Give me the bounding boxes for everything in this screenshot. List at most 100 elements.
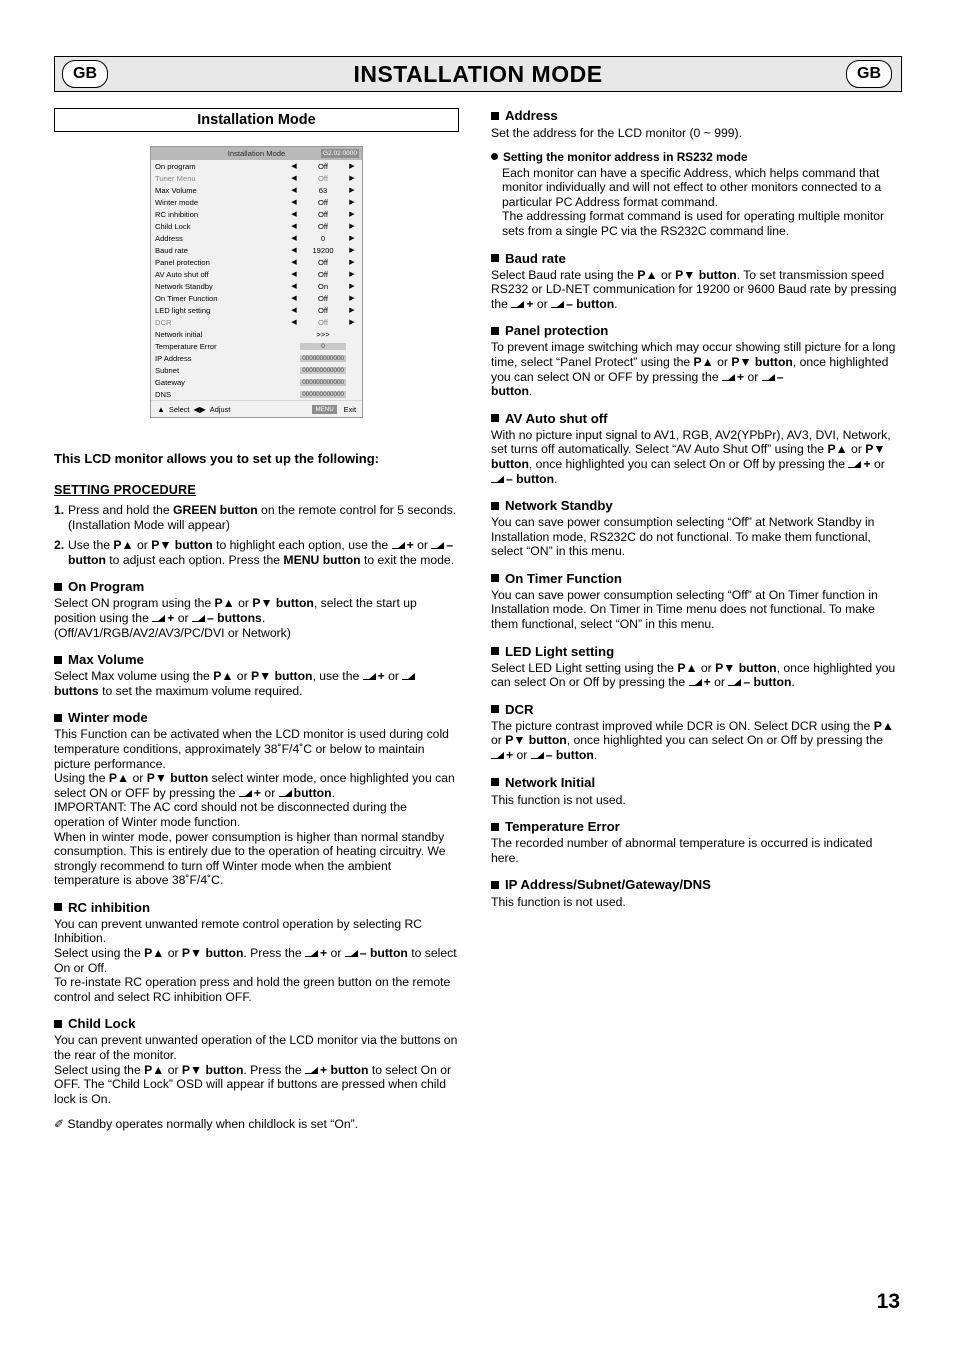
section-body-panel-protection: To prevent image switching which may occ…	[491, 340, 896, 399]
left-arrow-icon[interactable]: ◀	[288, 210, 300, 218]
osd-row-label: Tuner Menu	[155, 173, 196, 183]
osd-row-label: AV Auto shut off	[155, 269, 209, 279]
section-body-temperature-error: The recorded number of abnormal temperat…	[491, 836, 873, 865]
volume-down-icon	[530, 751, 546, 760]
osd-row[interactable]: Max Volume ◀ 63 ▶	[151, 184, 362, 196]
heading-text: IP Address/Subnet/Gateway/DNS	[505, 877, 711, 893]
osd-row[interactable]: Tuner Menu ◀ Off ▶	[151, 172, 362, 184]
osd-row[interactable]: On program ◀ Off ▶	[151, 160, 362, 172]
section-body-av-auto-shut-off: With no picture input signal to AV1, RGB…	[491, 427, 891, 486]
left-arrow-icon[interactable]: ◀	[288, 186, 300, 194]
osd-row-label: Network initial	[155, 329, 203, 339]
osd-row-value: Off	[318, 173, 328, 183]
square-bullet-icon	[54, 582, 62, 591]
section-heading-max-volume: Max Volume	[54, 652, 459, 667]
osd-row-label: Gateway	[155, 377, 185, 387]
osd-row[interactable]: DNS 000000000000	[151, 388, 362, 400]
osd-row-value: 0	[320, 233, 326, 243]
section-av-auto-shut-off: AV Auto shut off With no picture input s…	[491, 411, 899, 486]
step-2: 2. Use the P▲ or P▼ button to highlight …	[54, 538, 459, 567]
osd-row[interactable]: Subnet 000000000000	[151, 364, 362, 376]
section-network-initial: Network Initial This function is not use…	[491, 775, 899, 808]
left-arrow-icon[interactable]: ◀	[288, 222, 300, 230]
right-arrow-icon[interactable]: ▶	[346, 174, 358, 182]
pencil-icon: ✐	[54, 1117, 65, 1132]
section-heading-baud-rate: Baud rate	[491, 251, 899, 266]
osd-row-value: Off	[318, 293, 328, 303]
osd-row-label: Network Standby	[155, 281, 213, 291]
osd-row-value: Off	[318, 257, 328, 267]
left-arrow-icon[interactable]: ◀	[288, 174, 300, 182]
osd-row[interactable]: Baud rate ◀ 19200 ▶	[151, 244, 362, 256]
osd-row[interactable]: Child Lock ◀ Off ▶	[151, 220, 362, 232]
section-heading-winter-mode: Winter mode	[54, 710, 459, 725]
left-arrow-icon[interactable]: ◀	[288, 318, 300, 326]
right-arrow-icon[interactable]: ▶	[346, 318, 358, 326]
osd-row[interactable]: Address ◀ 0 ▶	[151, 232, 362, 244]
lead-text: This LCD monitor allows you to set up th…	[54, 451, 379, 466]
osd-row[interactable]: Panel protection ◀ Off ▶	[151, 256, 362, 268]
step-1-number: 1.	[54, 503, 65, 517]
osd-row[interactable]: Network Standby ◀ On ▶	[151, 280, 362, 292]
volume-up-icon	[152, 614, 167, 623]
section-heading-on-program: On Program	[54, 579, 459, 594]
osd-row-label: IP Address	[155, 353, 192, 363]
volume-down-icon	[491, 475, 506, 484]
right-arrow-icon[interactable]: ▶	[346, 258, 358, 266]
osd-screenshot: Installation Mode G2.02 0000 On program ◀…	[150, 146, 363, 418]
right-arrow-icon[interactable]: ▶	[346, 210, 358, 218]
section-max-volume: Max Volume Select Max volume using the P…	[54, 652, 459, 698]
left-arrow-icon[interactable]: ◀	[288, 306, 300, 314]
volume-up-icon	[305, 1066, 320, 1075]
right-arrow-icon[interactable]: ▶	[346, 282, 358, 290]
right-arrow-icon[interactable]: ▶	[346, 270, 358, 278]
left-arrow-icon[interactable]: ◀	[288, 162, 300, 170]
right-arrow-icon[interactable]: ▶	[346, 198, 358, 206]
osd-row[interactable]: DCR ◀ Off ▶	[151, 316, 362, 328]
right-arrow-icon[interactable]: ▶	[346, 234, 358, 242]
square-bullet-icon	[54, 903, 62, 912]
osd-row[interactable]: Winter mode ◀ Off ▶	[151, 196, 362, 208]
section-heading-network-initial: Network Initial	[491, 775, 899, 790]
osd-row[interactable]: On Timer Function ◀ Off ▶	[151, 292, 362, 304]
osd-footer-menu-key: MENU	[312, 404, 337, 414]
left-arrow-icon[interactable]: ◀	[288, 198, 300, 206]
left-arrow-icon[interactable]: ◀	[288, 234, 300, 242]
volume-down-icon	[551, 300, 566, 309]
osd-row-value: >>>	[316, 329, 330, 339]
left-arrow-icon[interactable]: ◀	[288, 246, 300, 254]
osd-row-label: Winter mode	[155, 197, 199, 207]
left-arrow-icon[interactable]: ◀	[288, 282, 300, 290]
osd-footer: ▲ Select ◀▶ Adjust MENU Exit	[151, 400, 362, 417]
osd-row[interactable]: IP Address 000000000000	[151, 352, 362, 364]
osd-row[interactable]: Gateway 000000000000	[151, 376, 362, 388]
left-arrow-icon[interactable]: ◀	[288, 258, 300, 266]
left-arrow-icon[interactable]: ◀	[288, 270, 300, 278]
right-arrow-icon[interactable]: ▶	[346, 162, 358, 170]
right-arrow-icon[interactable]: ▶	[346, 294, 358, 302]
osd-row-value: 19200	[312, 245, 334, 255]
square-bullet-icon	[491, 574, 499, 583]
joystick-vertical-icon: ▲	[157, 404, 165, 414]
right-arrow-icon[interactable]: ▶	[346, 246, 358, 254]
osd-row-value: Off	[318, 197, 328, 207]
right-arrow-icon[interactable]: ▶	[346, 186, 358, 194]
volume-up-icon	[688, 678, 704, 687]
osd-row-list: On program ◀ Off ▶ Tuner Menu ◀ Off ▶ Max Volume…	[151, 160, 362, 400]
section-subbody-rs232: Each monitor can have a specific Address…	[502, 165, 885, 238]
osd-row[interactable]: LED light setting ◀ Off ▶	[151, 304, 362, 316]
osd-row[interactable]: AV Auto shut off ◀ Off ▶	[151, 268, 362, 280]
heading-text: Baud rate	[505, 250, 566, 266]
volume-up-icon	[511, 300, 526, 309]
osd-row[interactable]: RC inhibition ◀ Off ▶	[151, 208, 362, 220]
osd-row[interactable]: Network initial >>>	[151, 328, 362, 340]
heading-text: On Timer Function	[505, 570, 622, 586]
section-body-on-program: Select ON program using the P▲ or P▼ but…	[54, 596, 417, 640]
language-badge-left: GB	[62, 60, 108, 88]
osd-row-label: On program	[155, 161, 196, 171]
section-heading-address: Address	[491, 108, 899, 123]
osd-row[interactable]: Temperature Error 0	[151, 340, 362, 352]
left-arrow-icon[interactable]: ◀	[288, 294, 300, 302]
right-arrow-icon[interactable]: ▶	[346, 306, 358, 314]
right-arrow-icon[interactable]: ▶	[346, 222, 358, 230]
